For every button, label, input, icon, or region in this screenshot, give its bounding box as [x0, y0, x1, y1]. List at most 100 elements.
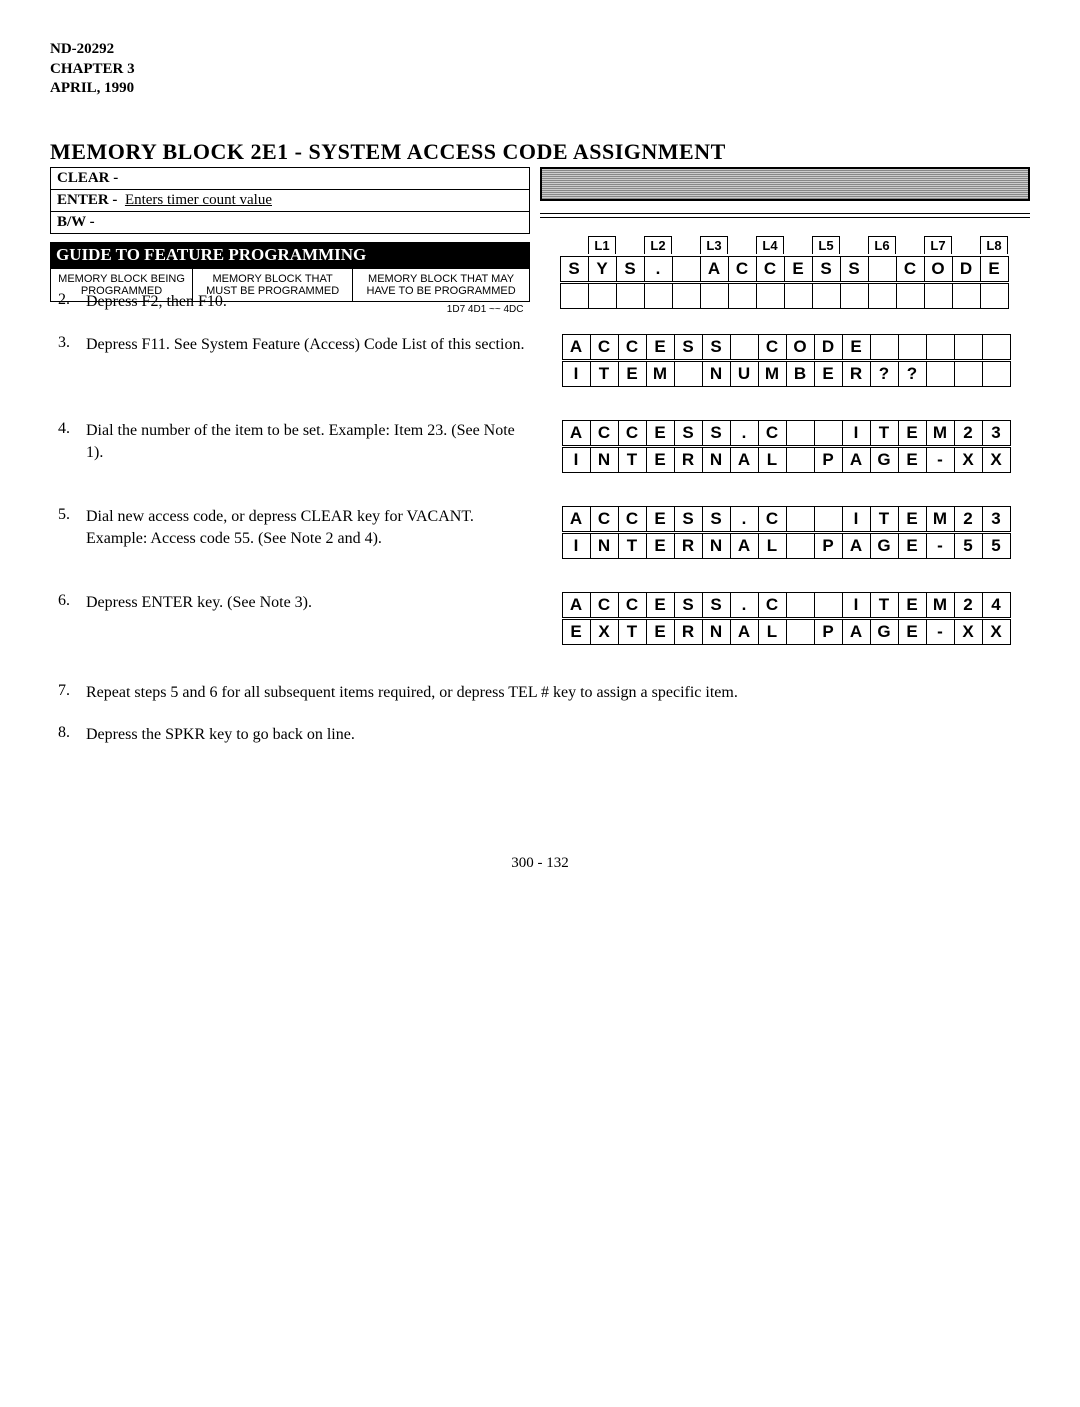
- display-cell: X: [954, 447, 983, 473]
- display-cell: S: [702, 420, 731, 446]
- step-text: Dial new access code, or depress CLEAR k…: [86, 506, 526, 549]
- display-cell: P: [814, 533, 843, 559]
- step-num: 8.: [50, 724, 70, 742]
- display-cell: R: [674, 619, 703, 645]
- display-cell: ?: [870, 361, 899, 387]
- page-number: 300 - 132: [0, 855, 1080, 872]
- display-cell: A: [842, 447, 871, 473]
- display-cell: ?: [898, 361, 927, 387]
- display-cell: E: [898, 447, 927, 473]
- step-text: Depress the SPKR key to go back on line.: [86, 724, 355, 746]
- display-cell: O: [786, 334, 815, 360]
- display-cell: [814, 592, 843, 618]
- display-cell: C: [590, 420, 619, 446]
- lk-label: L1: [588, 236, 616, 254]
- display-cell: 2: [954, 506, 983, 532]
- display-cell: E: [898, 533, 927, 559]
- display-cell: .: [730, 506, 759, 532]
- display-cell: I: [562, 361, 591, 387]
- display-cell: C: [618, 420, 647, 446]
- display-cell: S: [560, 256, 589, 282]
- display-cell: E: [784, 256, 813, 282]
- display-cell: X: [982, 619, 1011, 645]
- display-cell: S: [674, 592, 703, 618]
- display-cell: G: [870, 533, 899, 559]
- lk-label: [560, 236, 588, 254]
- display-cell: A: [700, 256, 729, 282]
- display-cell: [786, 420, 815, 446]
- display-cell: -: [926, 533, 955, 559]
- clear-label: CLEAR -: [51, 167, 530, 189]
- display-cell: T: [618, 447, 647, 473]
- display-cell: C: [728, 256, 757, 282]
- display-cell: [784, 283, 813, 309]
- enter-value: Enters timer count value: [125, 192, 272, 208]
- display-cell: [728, 283, 757, 309]
- display-cell: P: [814, 619, 843, 645]
- display-cell: [840, 283, 869, 309]
- display-cell: E: [618, 361, 647, 387]
- display-cell: E: [646, 506, 675, 532]
- display-cell: X: [590, 619, 619, 645]
- display-cell: I: [562, 447, 591, 473]
- display-cell: [896, 283, 925, 309]
- display-cell: N: [590, 533, 619, 559]
- display-cell: C: [618, 592, 647, 618]
- doc-id: ND-20292: [50, 40, 1030, 60]
- display-cell: -: [926, 447, 955, 473]
- display-cell: I: [842, 420, 871, 446]
- bw-label: B/W -: [51, 211, 530, 233]
- display-cell: L: [758, 619, 787, 645]
- display-cell: C: [618, 334, 647, 360]
- display-cell: T: [618, 619, 647, 645]
- display-cell: E: [898, 420, 927, 446]
- display-cell: T: [870, 506, 899, 532]
- display-cell: L: [758, 533, 787, 559]
- display-cell: C: [758, 506, 787, 532]
- display-cell: E: [814, 361, 843, 387]
- display-cell: B: [786, 361, 815, 387]
- display-cell: 5: [982, 533, 1011, 559]
- display-cell: S: [840, 256, 869, 282]
- display-cell: A: [842, 533, 871, 559]
- display-cell: [786, 592, 815, 618]
- display-cell: [898, 334, 927, 360]
- display-cell: I: [562, 533, 591, 559]
- display-cell: C: [758, 592, 787, 618]
- display-cell: S: [702, 334, 731, 360]
- hatched-box: [540, 167, 1030, 201]
- display-cell: D: [952, 256, 981, 282]
- display-cell: T: [870, 420, 899, 446]
- display-cell: S: [674, 420, 703, 446]
- display-cell: [730, 334, 759, 360]
- display-cell: [560, 283, 589, 309]
- display-cell: [980, 283, 1009, 309]
- display-cell: R: [674, 533, 703, 559]
- display-cell: L: [758, 447, 787, 473]
- display-cell: [700, 283, 729, 309]
- enter-row: ENTER - Enters timer count value: [51, 189, 530, 211]
- display-cell: X: [954, 619, 983, 645]
- display-cell: X: [982, 447, 1011, 473]
- step-text: Depress ENTER key. (See Note 3).: [86, 592, 526, 614]
- display-cell: A: [562, 420, 591, 446]
- display-cell: [814, 506, 843, 532]
- doc-date: APRIL, 1990: [50, 79, 1030, 99]
- display-cell: T: [618, 533, 647, 559]
- step-text: Depress F11. See System Feature (Access)…: [86, 334, 526, 356]
- display-cell: M: [758, 361, 787, 387]
- display-cell: [644, 283, 673, 309]
- display-cell: .: [730, 420, 759, 446]
- keys-table: CLEAR - ENTER - Enters timer count value…: [50, 167, 530, 234]
- lk-label: L5: [812, 236, 840, 254]
- display-cell: R: [842, 361, 871, 387]
- display-cell: C: [758, 334, 787, 360]
- display-cell: E: [562, 619, 591, 645]
- guide-title: GUIDE TO FEATURE PROGRAMMING: [50, 242, 530, 268]
- display-cell: N: [702, 447, 731, 473]
- display-cell: 5: [954, 533, 983, 559]
- display-cell: N: [590, 447, 619, 473]
- display-cell: N: [702, 619, 731, 645]
- display-cell: S: [702, 506, 731, 532]
- display-cell: [868, 256, 897, 282]
